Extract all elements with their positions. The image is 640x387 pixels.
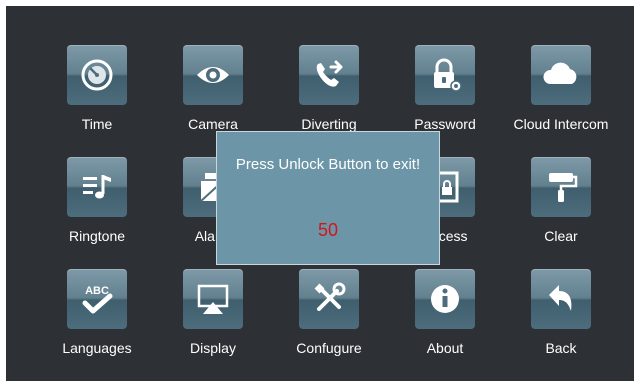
cloud-intercom-button[interactable] [531, 45, 591, 105]
info-icon [431, 285, 459, 313]
password-button[interactable] [415, 45, 475, 105]
cloud-intercom-tile[interactable]: Cloud Intercom [514, 45, 608, 132]
languages-label: Languages [62, 340, 132, 356]
back-label: Back [545, 340, 577, 356]
cloud-intercom-label: Cloud Intercom [513, 116, 609, 132]
time-button[interactable] [67, 45, 127, 105]
music-list-icon [83, 175, 111, 199]
display-label: Display [190, 340, 236, 356]
diverting-tile[interactable]: Diverting [293, 45, 365, 132]
tools-icon [314, 282, 346, 311]
clear-tile[interactable]: Clear [525, 157, 597, 244]
configure-button[interactable] [299, 269, 359, 329]
unlock-dialog: Press Unlock Button to exit! 50 [216, 131, 440, 265]
clear-button[interactable] [531, 157, 591, 217]
about-label: About [426, 340, 464, 356]
diverting-label: Diverting [301, 116, 357, 132]
display-tile[interactable]: Display [177, 269, 249, 356]
about-tile[interactable]: About [409, 269, 481, 356]
camera-tile[interactable]: Camera [177, 45, 249, 132]
languages-tile[interactable]: ABC Languages [61, 269, 133, 356]
ringtone-button[interactable] [67, 157, 127, 217]
clock-icon [81, 59, 113, 91]
time-tile[interactable]: Time [61, 45, 133, 132]
cloud-icon [543, 62, 577, 84]
paint-roller-icon [549, 173, 578, 202]
configure-label: Confugure [296, 340, 362, 356]
password-tile[interactable]: Password [409, 45, 481, 132]
back-button[interactable] [531, 269, 591, 329]
call-forward-icon [316, 60, 343, 87]
clear-label: Clear [544, 228, 578, 244]
settings-screen: Time Camera Diverting Password Cloud Int… [6, 6, 634, 381]
configure-tile[interactable]: Confugure [293, 269, 365, 356]
diverting-button[interactable] [299, 45, 359, 105]
camera-button[interactable] [183, 45, 243, 105]
ringtone-tile[interactable]: Ringtone [61, 157, 133, 244]
dialog-message: Press Unlock Button to exit! [235, 156, 421, 173]
camera-label: Camera [188, 116, 238, 132]
display-button[interactable] [183, 269, 243, 329]
countdown-value: 50 [317, 220, 339, 240]
eye-icon [197, 67, 229, 83]
languages-button[interactable]: ABC [67, 269, 127, 329]
svg-text:ABC: ABC [85, 285, 109, 297]
time-label: Time [81, 116, 113, 132]
display-icon [197, 284, 229, 314]
back-tile[interactable]: Back [525, 269, 597, 356]
ringtone-label: Ringtone [68, 228, 126, 244]
about-button[interactable] [415, 269, 475, 329]
back-arrow-icon [549, 285, 572, 311]
lock-gear-icon [434, 58, 462, 92]
abc-check-icon: ABC [82, 285, 113, 314]
password-label: Password [414, 116, 476, 132]
